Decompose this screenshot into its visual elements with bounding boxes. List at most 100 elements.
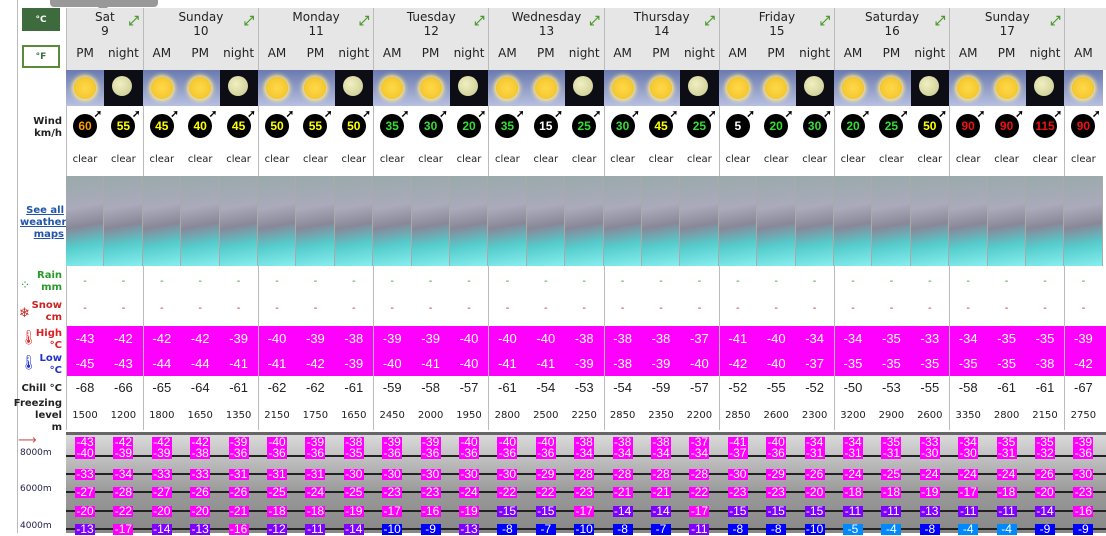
expand-day-icon[interactable]: ⤢ [1050, 15, 1060, 29]
weather-description: clear [533, 154, 559, 165]
expand-day-icon[interactable]: ⤢ [359, 15, 369, 29]
weather-map-thumbnail[interactable] [488, 176, 527, 266]
expand-day-icon[interactable]: ⤢ [935, 15, 945, 29]
weather-map-thumbnail[interactable] [795, 176, 834, 266]
expand-day-icon[interactable]: ⤢ [244, 15, 254, 29]
wind-direction-arrow-icon: ➚ [247, 109, 256, 120]
sun-icon [419, 77, 442, 99]
fahrenheit-button[interactable]: °F [22, 45, 60, 68]
wind-speed: 25 [692, 119, 707, 133]
rain-value: - [812, 276, 817, 287]
weather-map-thumbnail[interactable] [834, 176, 873, 266]
weather-map-thumbnail[interactable] [296, 176, 335, 266]
weather-map-thumbnail[interactable] [142, 176, 182, 266]
weather-map-thumbnail[interactable] [334, 176, 374, 266]
wind-chill: -68 [75, 380, 95, 395]
wind-speed: 35 [385, 119, 399, 133]
altitude-temp: -7 [651, 523, 671, 535]
snow-unit: cm [45, 312, 62, 323]
altitude-temp: -28 [612, 467, 633, 481]
freezing-level: 2000 [417, 410, 444, 421]
weather-map-thumbnail[interactable] [565, 176, 604, 266]
weather-map-thumbnail[interactable] [450, 176, 489, 266]
weather-map-thumbnail[interactable] [1026, 176, 1065, 266]
expand-day-icon[interactable]: ⤢ [128, 15, 138, 29]
weather-map-thumbnail[interactable] [987, 176, 1026, 266]
period-label: PM [421, 46, 440, 60]
wind-chill: -58 [958, 380, 978, 395]
weather-map-thumbnail[interactable] [66, 176, 105, 266]
altitude-temp: -15 [804, 504, 825, 518]
altitude-temp: -36 [535, 446, 556, 460]
expand-day-icon[interactable]: ⤢ [474, 15, 484, 29]
weather-icon-cell [450, 70, 489, 106]
weather-map-thumbnail[interactable] [526, 176, 566, 266]
weather-map-thumbnail[interactable] [680, 176, 719, 266]
altitude-temp: -11 [958, 504, 979, 518]
altitude-temp: -18 [267, 504, 287, 518]
low-temp: -41 [421, 356, 440, 371]
high-temp: -42 [190, 331, 210, 346]
expand-day-icon[interactable]: ⤢ [820, 15, 830, 29]
wind-chill: -66 [113, 380, 133, 395]
altitude-temp: -13 [459, 522, 479, 536]
altitude-temp: -36 [766, 446, 787, 460]
day-name: Wednesday [511, 10, 582, 24]
rain-value: - [582, 276, 586, 287]
rain-value: - [313, 276, 318, 287]
weather-map-thumbnail[interactable] [104, 176, 143, 266]
weather-map-thumbnail[interactable] [757, 176, 796, 266]
snow-value: - [659, 303, 663, 314]
altitude-temp: -30 [420, 467, 441, 481]
weather-map-thumbnail[interactable] [718, 176, 758, 266]
wind-direction-arrow-icon: ➚ [1015, 109, 1024, 120]
weather-map-thumbnail[interactable] [1064, 176, 1103, 266]
altitude-temp: -33 [190, 467, 211, 481]
high-temp: -34 [843, 331, 863, 346]
expand-day-icon[interactable]: ⤢ [589, 15, 599, 29]
altitude-temp: -26 [804, 467, 825, 481]
weather-description: clear [725, 154, 751, 165]
expand-day-icon[interactable]: ⤢ [704, 15, 714, 29]
altitude-temp: -13 [190, 522, 211, 536]
weather-map-thumbnail[interactable] [181, 176, 220, 266]
period-label: AM [843, 46, 863, 60]
weather-description: clear [955, 154, 981, 165]
period-label: night [338, 46, 370, 60]
weather-map-thumbnail[interactable] [411, 176, 450, 266]
rain-value: - [198, 276, 202, 287]
day-name: Monday [292, 10, 340, 24]
weather-map-thumbnail[interactable] [373, 176, 412, 266]
wind-chill: -62 [267, 380, 287, 395]
wind-direction-arrow-icon: ➚ [861, 109, 870, 120]
sun-icon [304, 77, 327, 99]
wind-label: Wind km/h [33, 116, 62, 140]
weather-map-thumbnail[interactable] [219, 176, 258, 266]
wind-chill: -65 [152, 380, 172, 395]
wind-speed-badge: 15 ➚ [533, 109, 563, 138]
weather-map-thumbnail[interactable] [949, 176, 988, 266]
weather-map-thumbnail[interactable] [872, 176, 911, 266]
weather-map-thumbnail[interactable] [603, 176, 642, 266]
wind-speed: 40 [193, 119, 207, 133]
weather-map-thumbnail[interactable] [910, 176, 950, 266]
altitude-temp: -24 [843, 467, 863, 481]
weather-map-thumbnail[interactable] [642, 176, 681, 266]
altitude-temp: -25 [267, 485, 287, 499]
divider [17, 0, 18, 533]
weather-icon-cell [834, 70, 873, 106]
wind-speed: 90 [999, 119, 1014, 133]
weather-map-thumbnail[interactable] [258, 176, 297, 266]
altitude-temp: -38 [190, 446, 211, 460]
wind-direction-arrow-icon: ➚ [631, 109, 640, 120]
celsius-button[interactable]: °C [22, 8, 60, 31]
freezing-level: 2750 [1070, 410, 1097, 421]
see-all-maps-link[interactable]: See all weather maps [20, 205, 66, 241]
wind-speed: 5 [734, 119, 742, 133]
altitude-temp: -9 [1035, 523, 1055, 535]
weather-description: clear [687, 154, 712, 165]
thermometer-cold-icon: 🌡 [20, 355, 38, 371]
wind-speed-badge: 50 ➚ [917, 109, 947, 138]
altitude-temp: -13 [75, 522, 95, 536]
altitude-temp: -27 [75, 485, 95, 499]
